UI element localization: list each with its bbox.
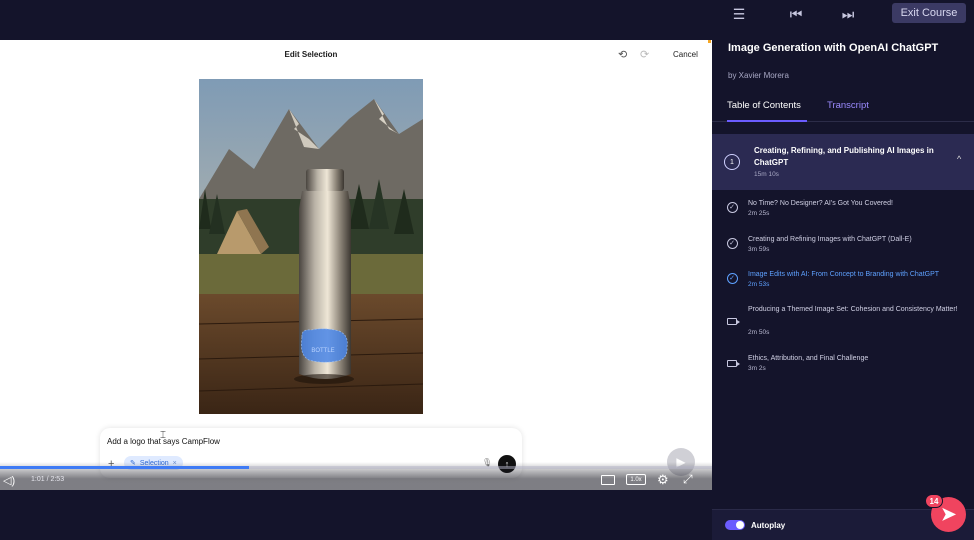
module-duration: 15m 10s: [754, 171, 779, 178]
autoplay-toggle[interactable]: [725, 520, 745, 530]
player-controls: ◁) 1:01 / 2:53 1.0x ⚙ ⤢: [0, 462, 712, 490]
tab-transcript[interactable]: Transcript: [827, 100, 869, 111]
clip-title: Producing a Themed Image Set: Cohesion a…: [748, 306, 958, 313]
edit-selection-title: Edit Selection: [284, 50, 338, 59]
playback-speed-button[interactable]: 1.0x: [626, 474, 646, 485]
fullscreen-icon[interactable]: ⤢: [683, 472, 693, 487]
video-player[interactable]: Edit Selection ⟲ ⟳ Cancel BOTTLE Add a l…: [0, 40, 712, 490]
top-bar: ☰ ⏮ ⏭ Exit Course: [0, 0, 974, 40]
tab-table-of-contents[interactable]: Table of Contents: [727, 100, 801, 111]
captions-icon[interactable]: [601, 475, 615, 485]
clip-duration: 3m 2s: [748, 365, 766, 372]
indicator-dot: [708, 40, 711, 43]
progress-fill: [0, 466, 250, 469]
clip-duration: 2m 25s: [748, 210, 770, 217]
chevron-up-icon[interactable]: ^: [957, 154, 961, 164]
bottle-label-text: BOTTLE: [311, 348, 334, 354]
course-sidebar: Image Generation with OpenAI ChatGPT by …: [712, 40, 974, 540]
check-circle-icon: ✓: [726, 201, 738, 213]
video-camera-icon: [726, 315, 740, 327]
gear-icon[interactable]: ⚙: [657, 472, 669, 488]
skip-next-icon[interactable]: ⏭: [836, 6, 860, 22]
clip-title: Ethics, Attribution, and Final Challenge: [748, 355, 869, 362]
clip-title: Creating and Refining Images with ChatGP…: [748, 236, 912, 243]
cancel-button[interactable]: Cancel: [673, 50, 698, 59]
paper-plane-icon: ➤: [940, 504, 957, 524]
clip-title: No Time? No Designer? AI's Got You Cover…: [748, 200, 893, 207]
redo-icon[interactable]: ⟳: [640, 48, 649, 61]
list-icon[interactable]: ☰: [727, 6, 751, 22]
bottle-image: BOTTLE: [199, 79, 423, 414]
clip-title: Image Edits with AI: From Concept to Bra…: [748, 271, 940, 278]
autoplay-label: Autoplay: [751, 521, 786, 530]
exit-course-button[interactable]: Exit Course: [892, 3, 966, 23]
text-cursor-icon: ⌶: [160, 430, 166, 441]
active-tab-indicator: [727, 120, 807, 122]
video-camera-icon: [726, 357, 740, 369]
skip-previous-icon[interactable]: ⏮: [784, 6, 808, 22]
course-title: Image Generation with OpenAI ChatGPT: [728, 42, 939, 54]
clip-duration: 2m 50s: [748, 329, 770, 336]
clip-duration: 2m 53s: [748, 281, 770, 288]
progress-bar[interactable]: [0, 466, 712, 469]
time-display: 1:01 / 2:53: [31, 476, 65, 483]
bottle-photo: BOTTLE: [199, 79, 423, 414]
module-number: 1: [724, 154, 740, 170]
check-circle-icon: ✓: [726, 237, 738, 249]
check-circle-icon: ✓: [726, 272, 738, 284]
module-header[interactable]: 1 Creating, Refining, and Publishing AI …: [712, 134, 974, 190]
clip-duration: 3m 59s: [748, 246, 770, 253]
course-author: by Xavier Morera: [728, 71, 789, 80]
toggle-knob: [736, 521, 744, 529]
volume-icon[interactable]: ◁): [3, 474, 15, 487]
edit-header: Edit Selection ⟲ ⟳ Cancel: [0, 40, 712, 72]
undo-icon[interactable]: ⟲: [618, 48, 627, 61]
module-title: Creating, Refining, and Publishing AI Im…: [754, 146, 934, 167]
notification-badge: 14: [925, 494, 943, 508]
